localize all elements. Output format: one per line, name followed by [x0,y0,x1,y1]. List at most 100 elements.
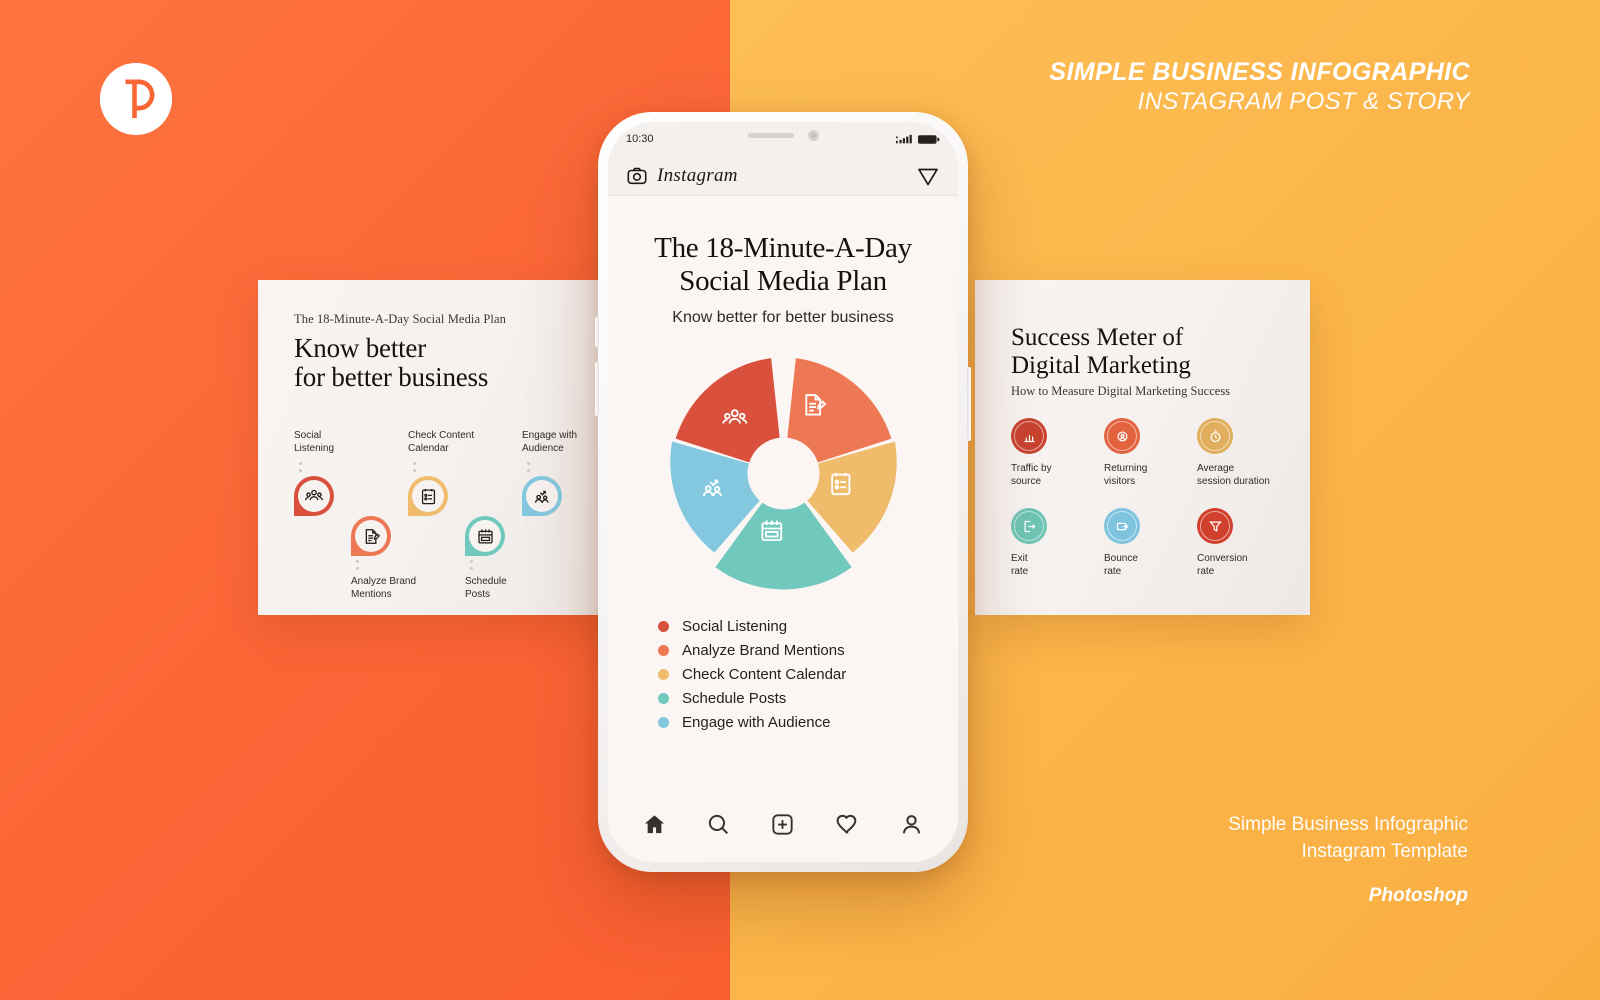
connector-dot [413,462,416,465]
metric-label-line-1: Average [1197,463,1235,474]
metric-average-session-duration[interactable]: Average session duration [1197,418,1297,489]
metric-exit-rate[interactable]: Exit rate [1011,508,1103,579]
metric-label-line-2: session duration [1197,475,1270,487]
post-subtitle: Know better for better business [672,308,894,326]
camera-icon[interactable] [626,165,648,187]
legend-color-swatch [658,620,669,632]
metric-icon-circle [1104,508,1140,544]
plan-item-analyze-brand-mentions[interactable]: Analyze Brand Mentions [351,516,461,602]
item-label-line-2: Listening [294,442,335,454]
search-icon[interactable] [706,812,731,837]
item-label-line-2: Posts [465,588,491,600]
tagline-line-2: INSTAGRAM POST & STORY [1137,87,1470,115]
heart-icon[interactable] [835,812,860,837]
legend-label: Check Content Calendar [682,665,847,683]
signal-bars-icon [896,134,912,143]
metric-icon-ring [1014,511,1044,541]
app-bar-left: Instagram [626,165,738,187]
legend-label: Analyze Brand Mentions [682,641,845,659]
metric-label-line-1: Bounce [1104,553,1138,564]
item-label-line-1: Check Content [408,430,475,441]
metric-label-line-1: Exit [1011,553,1028,564]
metric-label-line-2: rate [1197,565,1215,577]
status-indicators [896,134,940,145]
legend-item[interactable]: Check Content Calendar [658,666,908,683]
instagram-post-content: The 18-Minute-A-Day Social Media Plan Kn… [608,196,958,796]
stopwatch-icon [1210,429,1220,442]
send-icon[interactable] [916,164,940,188]
donut-chart-svg [669,357,897,589]
metric-bounce-rate[interactable]: Bounce rate [1104,508,1196,579]
metric-conversion-rate[interactable]: Conversion rate [1197,508,1289,579]
metric-icon-circle [1011,508,1047,544]
legend-color-swatch [658,716,669,728]
card-social-media-plan: The 18-Minute-A-Day Social Media Plan Kn… [258,280,648,615]
calendar-icon [477,528,493,543]
legend-color-swatch [658,692,669,704]
instagram-app-bar: Instagram [608,156,958,196]
item-label-line-2: Mentions [351,588,392,600]
legend-color-swatch [658,668,669,680]
plan-item-schedule-posts[interactable]: Schedule Posts [465,516,575,602]
connector-dot [356,560,359,563]
plan-item-badge [465,516,505,556]
metric-icon-ring [1200,421,1230,451]
metric-icon-circle [1197,418,1233,454]
plan-item-badge [351,516,391,556]
brand-logo [100,63,172,135]
connector-dot [470,560,473,563]
legend-item[interactable]: Social Listening [658,618,908,635]
connector-dot [413,469,416,472]
profile-icon[interactable] [899,812,924,837]
footer-line-1: Simple Business Infographic [1228,814,1468,835]
legend-item[interactable]: Schedule Posts [658,690,908,707]
legend-label: Engage with Audience [682,713,831,731]
plan-item-badge [522,476,562,516]
battery-icon [918,134,940,144]
add-post-icon[interactable] [770,812,795,837]
plan-item-badge [408,476,448,516]
plan-item-icon-well [298,480,330,512]
footer-line-2: Instagram Template [1301,840,1468,862]
connector-dot [527,462,530,465]
header-tagline: SIMPLE BUSINESS INFOGRAPHIC INSTAGRAM PO… [1049,58,1470,116]
plan-item-social-listening[interactable]: Social Listening [294,430,404,516]
card-success-meter: Success Meter of Digital Marketing How t… [975,280,1310,615]
card-left-header: The 18-Minute-A-Day Social Media Plan Kn… [258,280,648,392]
post-title-line-2: Social Media Plan [679,264,887,297]
plan-item-check-content-calendar[interactable]: Check Content Calendar [408,430,518,516]
metric-icon-circle [1104,418,1140,454]
bottom-navigation-bar [608,796,958,862]
connector-dot [299,462,302,465]
metric-icon-ring [1107,511,1137,541]
legend-item[interactable]: Engage with Audience [658,714,908,731]
card-right-header: Success Meter of Digital Marketing How t… [975,280,1310,399]
bounce-arrow-icon [1116,522,1128,530]
phone-screen: 10:30 Instagram The 18-Minute-A-Day Soci… [608,122,958,862]
logo-p-icon [100,63,172,135]
plan-item-icon-well [469,520,501,552]
phone-power-button[interactable] [967,367,971,441]
growth-people-icon [534,490,549,503]
post-title-line-1: The 18-Minute-A-Day [654,232,912,264]
metric-label-line-2: rate [1011,565,1029,577]
item-label-line-1: Analyze Brand [351,576,417,587]
tagline-line-1: SIMPLE BUSINESS INFOGRAPHIC [1049,58,1470,86]
chart-legend: Social Listening Analyze Brand Mentions … [658,618,908,731]
refresh-user-icon [1117,431,1127,441]
plan-item-badge [294,476,334,516]
home-icon[interactable] [642,812,667,837]
card-right-subtitle: How to Measure Digital Marketing Success [1011,384,1231,398]
group-people-icon [305,489,323,501]
metric-label-line-2: source [1011,475,1042,487]
metric-label-line-2: visitors [1104,475,1136,487]
front-camera-icon [807,129,819,141]
item-label-line-1: Schedule [465,576,507,587]
legend-item[interactable]: Analyze Brand Mentions [658,642,908,659]
checklist-icon [421,488,435,504]
metric-icon-ring [1014,421,1044,451]
donut-hole [747,437,819,510]
instagram-wordmark: Instagram [657,164,738,186]
metric-traffic-by-source[interactable]: Traffic by source [1011,418,1103,489]
metric-returning-visitors[interactable]: Returning visitors [1104,418,1196,489]
